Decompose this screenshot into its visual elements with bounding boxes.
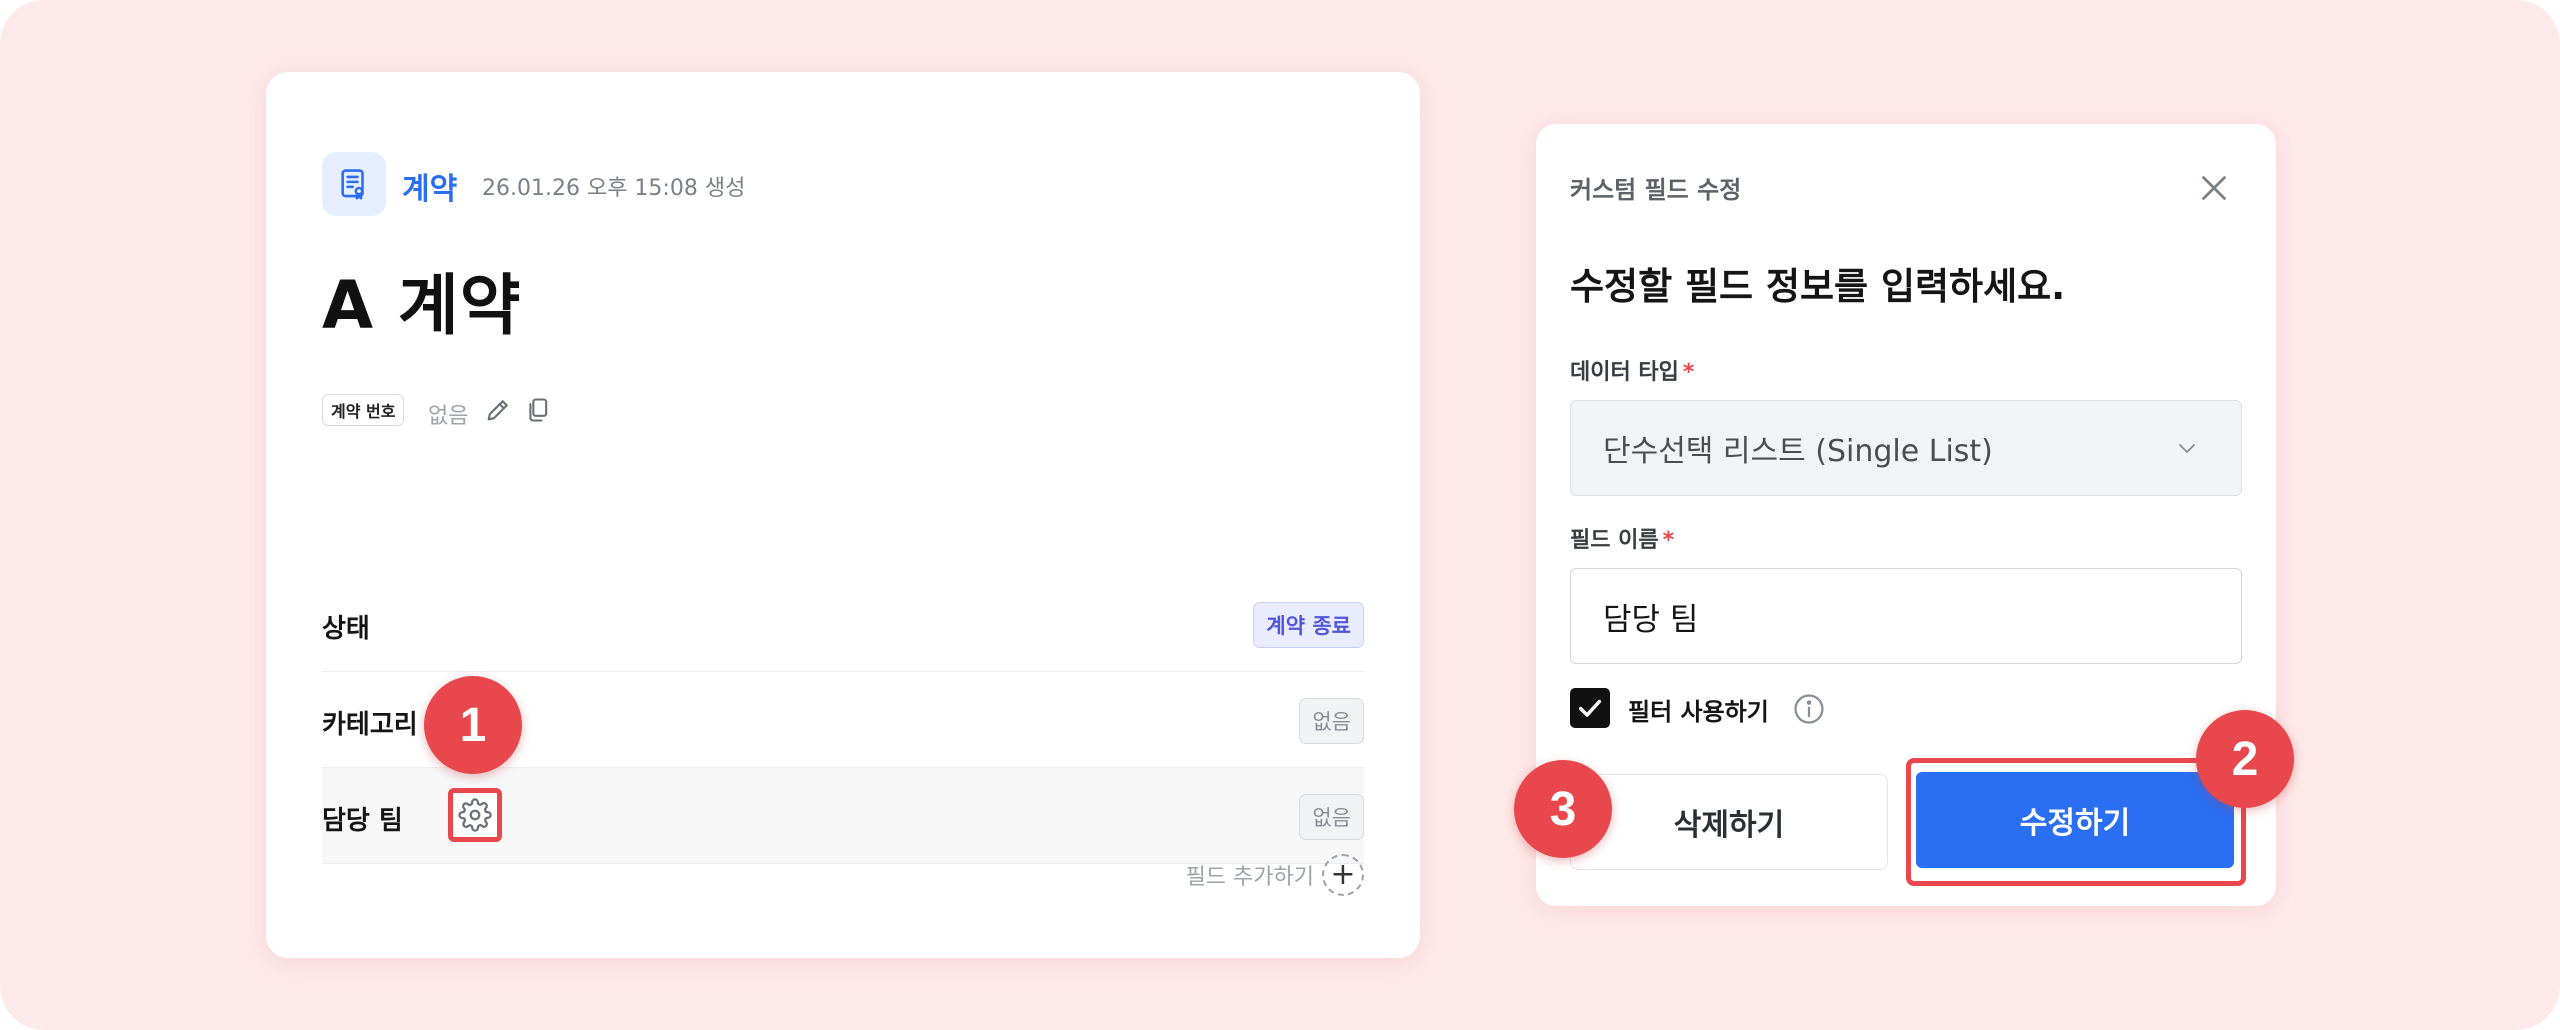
step-badge-2: 2 [2196,710,2294,808]
property-label: 담당 팀 [322,806,403,836]
modal-heading: 수정할 필드 정보를 입력하세요. [1570,265,2066,308]
copy-icon[interactable] [524,396,552,424]
contract-number-value: 없음 [428,404,469,429]
checkmark-icon [1578,699,1602,717]
gear-icon [458,798,492,832]
created-timestamp: 26.01.26 오후 15:08 생성 [482,176,746,201]
property-row-status: 상태 계약 종료 [322,576,1364,672]
field-settings-button[interactable] [448,788,502,842]
record-card: 계약 26.01.26 오후 15:08 생성 A 계약 계약 번호 없음 상태… [266,72,1420,958]
record-type-label: 계약 [402,172,458,207]
status-badge[interactable]: 계약 종료 [1253,602,1364,648]
record-title: A 계약 [322,267,522,344]
data-type-label: 데이터 타입 * [1570,360,1695,385]
delete-button[interactable]: 삭제하기 [1570,774,1888,870]
property-label: 상태 [322,614,370,644]
info-icon[interactable] [1792,692,1826,726]
filter-checkbox-label: 필터 사용하기 [1628,698,1769,726]
filter-checkbox[interactable] [1570,688,1610,728]
contract-number-chip: 계약 번호 [322,394,405,426]
add-field-button[interactable]: 필드 추가하기 + [1186,854,1364,896]
step-badge-1: 1 [424,676,522,774]
chevron-down-icon [2179,444,2195,453]
step-badge-3: 3 [1514,760,1612,858]
pencil-icon[interactable] [484,396,512,424]
save-button[interactable]: 수정하기 [1916,772,2234,868]
close-icon[interactable] [2196,170,2232,206]
field-name-input[interactable] [1570,568,2242,664]
data-type-value: 단수선택 리스트 (Single List) [1603,434,1993,469]
document-icon [322,152,386,216]
modal-title: 커스텀 필드 수정 [1570,176,1742,204]
category-value-badge[interactable]: 없음 [1299,698,1364,744]
add-field-label: 필드 추가하기 [1185,865,1314,890]
edit-field-modal: 커스텀 필드 수정 수정할 필드 정보를 입력하세요. 데이터 타입 * 단수선택… [1536,124,2276,906]
field-name-label: 필드 이름 * [1570,528,1675,553]
data-type-select[interactable]: 단수선택 리스트 (Single List) [1570,400,2242,496]
property-row-team: 담당 팀 없음 [322,768,1364,864]
property-label: 카테고리 [322,710,418,740]
team-value-badge[interactable]: 없음 [1299,794,1364,840]
plus-icon: + [1322,854,1364,896]
